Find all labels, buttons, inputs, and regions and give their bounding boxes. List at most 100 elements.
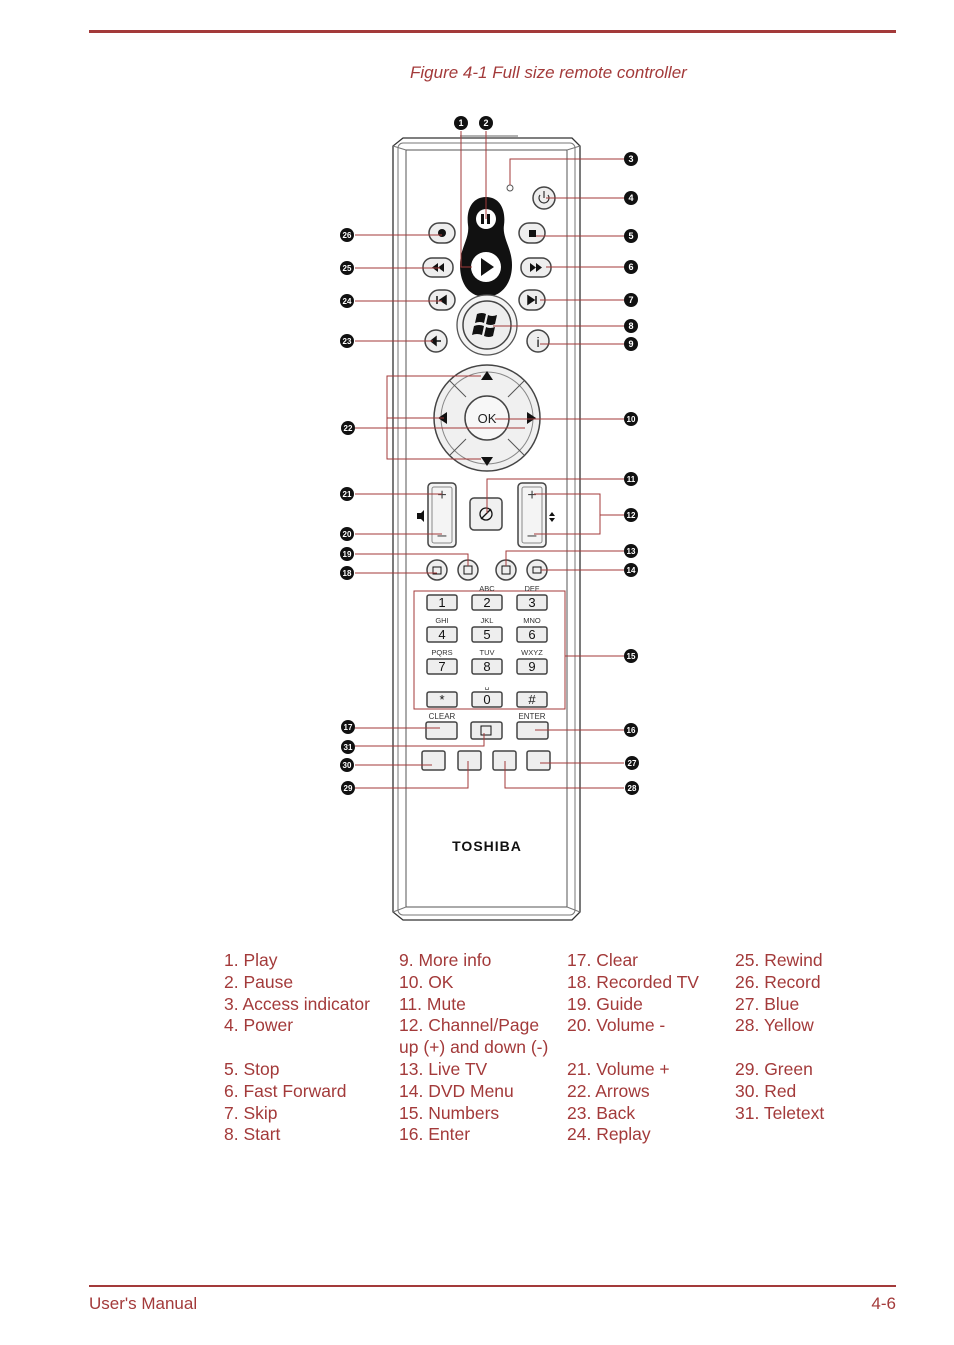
key-letters: ABC <box>479 584 495 593</box>
start-button[interactable] <box>456 294 518 356</box>
svg-text:7: 7 <box>628 295 633 305</box>
callout-8: 8 <box>624 319 638 333</box>
clear-button[interactable] <box>425 721 458 740</box>
key-1[interactable]: 1 <box>426 594 458 611</box>
leader-line <box>355 553 469 566</box>
key-letters: WXYZ <box>521 648 543 657</box>
channel-rocker[interactable]: + – <box>517 482 547 548</box>
green-button[interactable] <box>457 750 482 771</box>
svg-text:22: 22 <box>344 424 353 433</box>
callout-19: 19 <box>340 547 354 561</box>
legend-item: 20. Volume - <box>567 1015 666 1036</box>
callout-6: 6 <box>624 260 638 274</box>
key-0[interactable]: 0␣ <box>471 681 503 708</box>
red-button[interactable] <box>421 750 446 771</box>
recorded-tv-button[interactable] <box>426 559 448 581</box>
callout-11: 11 <box>624 472 638 486</box>
callout-10: 10 <box>624 412 638 426</box>
key-letters: PQRS <box>431 648 452 657</box>
callout-1: 1 <box>454 116 468 130</box>
callout-4: 4 <box>624 191 638 205</box>
callout-7: 7 <box>624 293 638 307</box>
svg-text:31: 31 <box>344 743 353 752</box>
toshiba-logo: TOSHIBA <box>452 838 522 854</box>
svg-text:14: 14 <box>627 566 636 575</box>
callout-22: 22 <box>341 421 355 435</box>
legend-item: 28. Yellow <box>735 1015 814 1036</box>
legend-item: 26. Record <box>735 971 821 992</box>
key-3[interactable]: 3 DEF <box>516 584 548 611</box>
callout-9: 9 <box>624 337 638 351</box>
svg-text:25: 25 <box>343 264 352 273</box>
svg-text:20: 20 <box>343 530 352 539</box>
svg-text:6: 6 <box>628 262 633 272</box>
teletext-button[interactable] <box>470 721 503 740</box>
ok-button[interactable]: OK <box>464 395 510 441</box>
channel-plus-label: + <box>527 487 536 504</box>
legend-item: 29. Green <box>735 1058 813 1079</box>
key-2[interactable]: 2 ABC <box>471 584 503 611</box>
legend-column: 17. Clear 18. Recorded TV 19. Guide 20. Vol… <box>567 950 699 1146</box>
key-5[interactable]: 5 JKL <box>471 616 503 643</box>
callout-15: 15 <box>624 649 638 663</box>
key-4[interactable]: 4 GHI <box>426 616 458 643</box>
legend-item: 24. Replay <box>567 1124 651 1145</box>
legend-item: 31. Teletext <box>735 1102 825 1123</box>
volume-rocker[interactable]: + – <box>427 482 457 548</box>
legend-item: 21. Volume + <box>567 1058 670 1079</box>
stop-icon <box>529 230 536 237</box>
svg-text:2: 2 <box>483 595 490 610</box>
callout-28: 28 <box>625 781 639 795</box>
volume-plus-label: + <box>437 487 446 504</box>
key-#[interactable]: # <box>516 691 548 708</box>
svg-text:23: 23 <box>343 337 352 346</box>
remote-controller-figure: i OK + – + – 1 2ABC3DEF4GHI5JKL6MNO7PQRS… <box>340 116 639 921</box>
key-7[interactable]: 7 PQRS <box>426 648 458 675</box>
legend-item: 11. Mute <box>399 993 466 1014</box>
legend-item: 30. Red <box>735 1080 797 1101</box>
legend-column: 1. Play 2. Pause 3. Access indicator 4. Pow… <box>224 950 370 1146</box>
svg-text:10: 10 <box>627 415 636 424</box>
callout-27: 27 <box>625 756 639 770</box>
svg-text:8: 8 <box>483 659 490 674</box>
svg-text:#: # <box>528 692 536 707</box>
svg-text:7: 7 <box>438 659 445 674</box>
svg-text:OK: OK <box>478 411 497 426</box>
key-6[interactable]: 6 MNO <box>516 616 548 643</box>
svg-text:1: 1 <box>438 595 445 610</box>
legend-item: 5. Stop <box>224 1058 280 1079</box>
legend-item <box>735 1037 824 1059</box>
svg-text:18: 18 <box>343 569 352 578</box>
callout-17: 17 <box>341 720 355 734</box>
callout-14: 14 <box>624 563 638 577</box>
key-8[interactable]: 8 TUV <box>471 648 503 675</box>
svg-text:4: 4 <box>438 627 445 642</box>
legend-column: 25. Rewind 26. Record 27. Blue 28. Yellow 2… <box>735 950 824 1146</box>
mute-button[interactable] <box>469 497 503 531</box>
callout-13: 13 <box>624 544 638 558</box>
callout-26: 26 <box>340 228 354 242</box>
svg-text:26: 26 <box>343 231 352 240</box>
svg-text:30: 30 <box>343 761 352 770</box>
legend-item: 1. Play <box>224 950 278 970</box>
blue-button[interactable] <box>526 750 551 771</box>
leader-line <box>505 550 624 566</box>
key-*[interactable]: * <box>426 691 458 708</box>
legend-item: 27. Blue <box>735 993 800 1014</box>
callout-31: 31 <box>341 740 355 754</box>
callout-29: 29 <box>341 781 355 795</box>
leader-line <box>486 478 624 513</box>
legend-item: 3. Access indicator <box>224 993 370 1014</box>
callout-24: 24 <box>340 294 354 308</box>
leader-line <box>355 733 485 747</box>
svg-text:8: 8 <box>628 321 633 331</box>
callout-30: 30 <box>340 758 354 772</box>
legend-item: 23. Back <box>567 1102 636 1123</box>
svg-text:13: 13 <box>627 547 636 556</box>
key-9[interactable]: 9 WXYZ <box>516 648 548 675</box>
play-button[interactable] <box>471 252 501 282</box>
legend-item: 22. Arrows <box>567 1080 650 1101</box>
svg-text:21: 21 <box>343 490 352 499</box>
volume-minus-label: – <box>438 527 447 544</box>
legend-item: 19. Guide <box>567 993 643 1014</box>
